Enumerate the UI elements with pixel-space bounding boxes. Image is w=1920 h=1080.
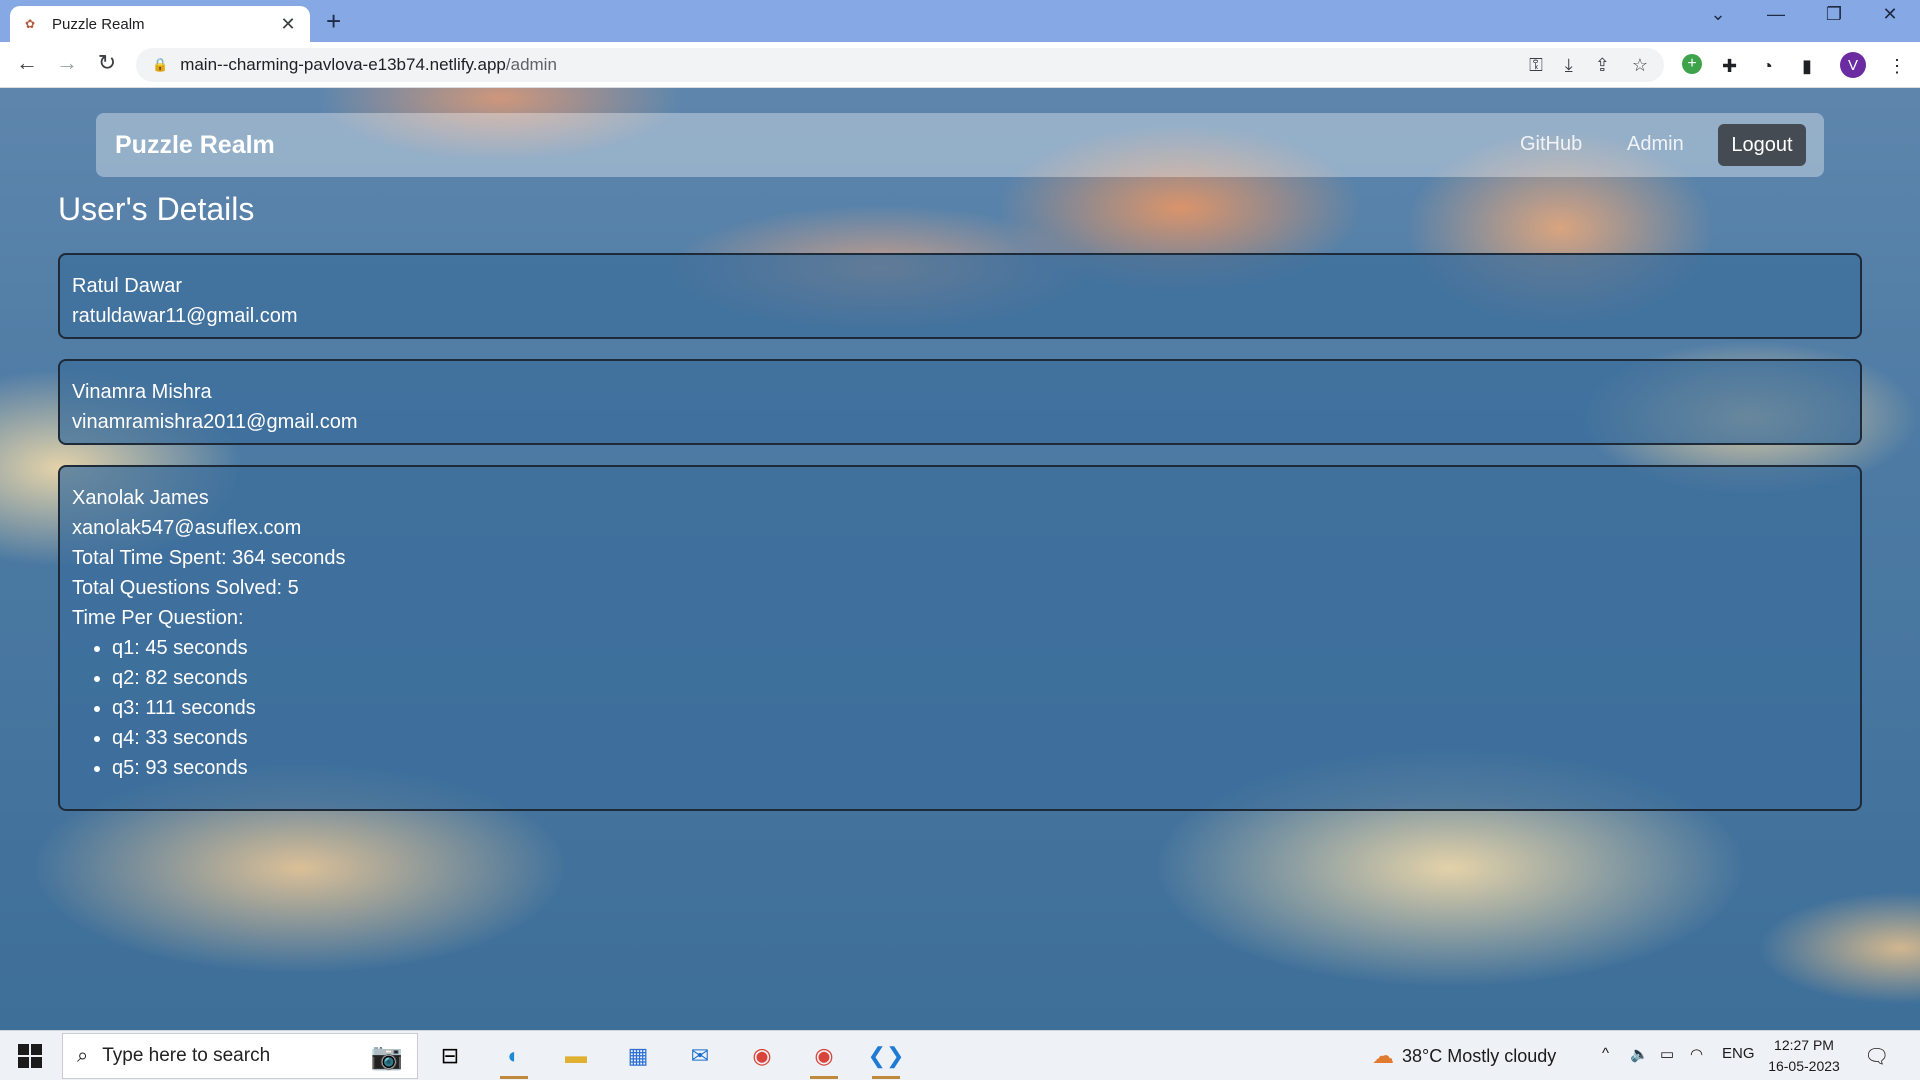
logout-button[interactable]: Logout: [1718, 124, 1806, 166]
nav-github-link[interactable]: GitHub: [1520, 133, 1582, 156]
search-icon: ⌕: [77, 1044, 89, 1067]
tab-title: Puzzle Realm: [52, 15, 145, 33]
forward-icon[interactable]: →: [52, 50, 82, 76]
extension-speed-icon[interactable]: ◔: [1762, 56, 1773, 77]
user-email: xanolak547@asuflex.com: [72, 517, 302, 539]
close-window-icon[interactable]: ✕: [1870, 4, 1910, 25]
list-item: q2: 82 seconds: [112, 663, 1848, 693]
site-navbar: Puzzle Realm GitHub Admin Logout: [96, 113, 1824, 177]
user-name: Ratul Dawar: [72, 275, 183, 297]
windows-taskbar: ⌕ Type here to search 📷 ⊟ ◐ ▬ ▦ ✉ ◉ ◉ ❮❯…: [0, 1030, 1920, 1080]
windows-start-icon[interactable]: [18, 1044, 42, 1068]
show-hidden-icons-icon[interactable]: ^: [1602, 1045, 1609, 1062]
user-name: Xanolak James: [72, 487, 209, 509]
total-questions-solved: Total Questions Solved: 5: [72, 577, 299, 599]
taskbar-clock[interactable]: 12:27 PM 16-05-2023: [1768, 1035, 1840, 1077]
list-item: q5: 93 seconds: [112, 753, 1848, 783]
volume-icon[interactable]: 🔈: [1630, 1045, 1649, 1063]
share-icon[interactable]: ⇪: [1595, 55, 1610, 76]
user-name: Vinamra Mishra: [72, 381, 212, 403]
user-card: Vinamra Mishra vinamramishra2011@gmail.c…: [58, 359, 1862, 445]
user-email: ratuldawar11@gmail.com: [72, 305, 298, 327]
page-title: User's Details: [58, 191, 255, 227]
user-card: Ratul Dawar ratuldawar11@gmail.com: [58, 253, 1862, 339]
search-highlight-camera-icon: 📷: [370, 1040, 403, 1071]
list-item: q4: 33 seconds: [112, 723, 1848, 753]
extension-green-icon[interactable]: +: [1682, 54, 1702, 74]
store-icon[interactable]: ▦: [618, 1039, 658, 1073]
page-background: Puzzle Realm GitHub Admin Logout User's …: [0, 88, 1920, 1030]
list-item: q1: 45 seconds: [112, 633, 1848, 663]
bookmark-star-icon[interactable]: ☆: [1632, 55, 1648, 76]
clock-time: 12:27 PM: [1774, 1037, 1834, 1053]
chrome-icon[interactable]: ◉: [742, 1039, 782, 1073]
taskbar-search-box[interactable]: ⌕ Type here to search 📷: [62, 1033, 418, 1079]
wifi-icon[interactable]: ◠: [1690, 1045, 1703, 1063]
url-text[interactable]: main--charming-pavlova-e13b74.netlify.ap…: [180, 55, 1507, 75]
nav-admin-link[interactable]: Admin: [1627, 133, 1684, 156]
battery-icon[interactable]: ▭: [1660, 1045, 1674, 1063]
restore-icon[interactable]: ❐: [1814, 4, 1854, 25]
browser-tab-strip: ✿ Puzzle Realm ✕ + ⌄ — ❐ ✕: [0, 0, 1920, 42]
browser-tab[interactable]: ✿ Puzzle Realm ✕: [10, 6, 310, 42]
key-icon[interactable]: ⚿: [1529, 55, 1543, 76]
mail-icon[interactable]: ✉: [680, 1039, 720, 1073]
weather-text: 38°C Mostly cloudy: [1402, 1045, 1557, 1066]
weather-widget[interactable]: ☁ 38°C Mostly cloudy: [1372, 1043, 1556, 1069]
search-placeholder: Type here to search: [102, 1045, 271, 1066]
user-email: vinamramishra2011@gmail.com: [72, 411, 358, 433]
close-tab-icon[interactable]: ✕: [278, 14, 298, 35]
user-card: Xanolak James xanolak547@asuflex.com Tot…: [58, 465, 1862, 811]
edge-icon[interactable]: ◐: [494, 1039, 534, 1079]
total-time-spent: Total Time Spent: 364 seconds: [72, 547, 346, 569]
list-item: q3: 111 seconds: [112, 693, 1848, 723]
address-bar[interactable]: 🔒 main--charming-pavlova-e13b74.netlify.…: [136, 48, 1664, 82]
chrome-profile-icon[interactable]: ◉: [804, 1039, 844, 1079]
file-explorer-icon[interactable]: ▬: [556, 1039, 596, 1073]
extensions-puzzle-icon[interactable]: ✚: [1722, 56, 1737, 77]
time-per-question-list: q1: 45 seconds q2: 82 seconds q3: 111 se…: [72, 633, 1848, 783]
menu-kebab-icon[interactable]: ⋮: [1888, 56, 1906, 77]
new-tab-icon[interactable]: +: [326, 6, 341, 37]
minimize-icon[interactable]: —: [1756, 4, 1796, 25]
task-view-icon[interactable]: ⊟: [430, 1039, 470, 1073]
browser-toolbar: ← → ↻ 🔒 main--charming-pavlova-e13b74.ne…: [0, 42, 1920, 88]
puzzle-favicon-icon: ✿: [24, 17, 36, 31]
time-per-question-label: Time Per Question:: [72, 607, 244, 629]
tab-search-icon[interactable]: ⌄: [1698, 4, 1738, 25]
vscode-icon[interactable]: ❮❯: [866, 1039, 906, 1079]
reload-icon[interactable]: ↻: [92, 50, 122, 76]
profile-avatar[interactable]: V: [1840, 52, 1866, 78]
side-panel-icon[interactable]: ▮: [1802, 56, 1812, 77]
weather-cloud-icon: ☁: [1372, 1043, 1394, 1068]
language-indicator[interactable]: ENG: [1722, 1045, 1755, 1062]
brand-link[interactable]: Puzzle Realm: [115, 131, 275, 160]
back-icon[interactable]: ←: [12, 50, 42, 76]
install-icon[interactable]: ⤓: [1565, 55, 1573, 76]
notification-icon[interactable]: 🗨: [1864, 1044, 1889, 1069]
lock-icon[interactable]: 🔒: [152, 57, 168, 73]
clock-date: 16-05-2023: [1768, 1058, 1840, 1074]
